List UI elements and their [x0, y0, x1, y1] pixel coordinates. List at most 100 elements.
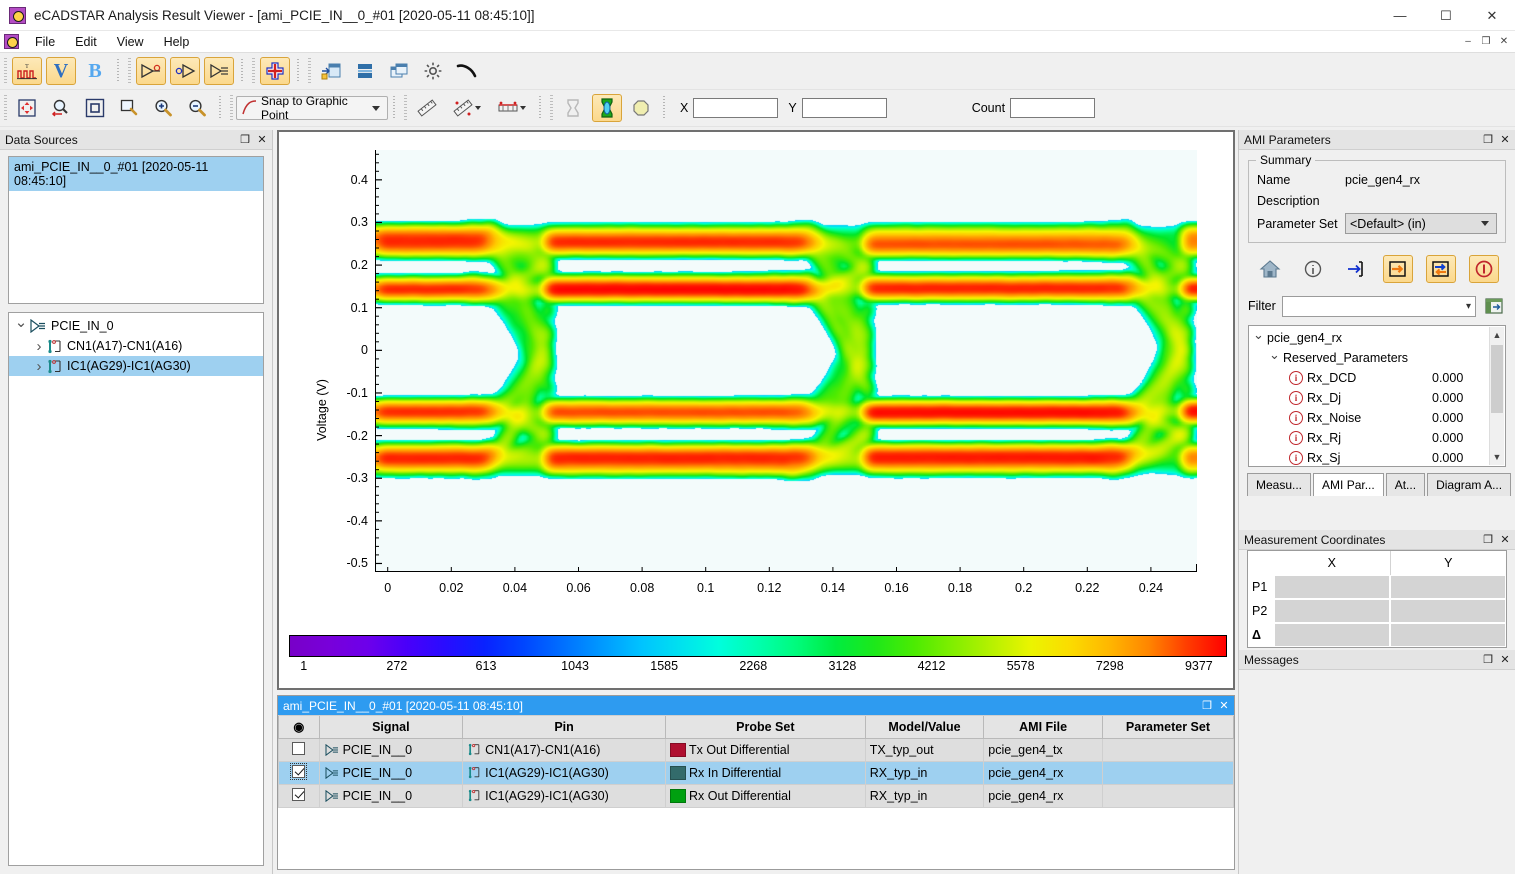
- exchange-button[interactable]: [1426, 255, 1457, 283]
- parameter-set-cell[interactable]: [1101, 737, 1235, 762]
- col-parameter-set[interactable]: Parameter Set: [1101, 716, 1235, 739]
- driver-out-button[interactable]: [136, 57, 166, 85]
- count-input[interactable]: [1010, 98, 1096, 118]
- cascade-button[interactable]: [384, 57, 414, 85]
- close-panel-icon[interactable]: ✕: [254, 132, 270, 148]
- filter-input[interactable]: ▾: [1281, 295, 1476, 317]
- close-panel-icon[interactable]: ✕: [1497, 532, 1513, 548]
- delta-x-cell[interactable]: [1274, 623, 1390, 647]
- table-row[interactable]: PCIE_IN__0 IC1(AG29)-IC1(AG30) Rx Out Diff…: [278, 783, 1235, 808]
- eye-diagram-chart[interactable]: Voltage (V) 0.4 0.3 0.2 0.1 0 -0.1 -0.2 -0.3 -0.…: [277, 130, 1235, 690]
- visibility-checkbox[interactable]: [292, 787, 306, 801]
- zoom-out-button[interactable]: [182, 94, 212, 122]
- toolbar-grip[interactable]: [4, 95, 7, 121]
- info-red-button[interactable]: [1468, 255, 1499, 283]
- toolbar-grip[interactable]: [404, 95, 407, 121]
- toolbar-grip[interactable]: [230, 95, 233, 121]
- p1-x-cell[interactable]: [1274, 575, 1390, 599]
- scroll-up-icon[interactable]: ▲: [1490, 327, 1504, 343]
- delta-y-cell[interactable]: [1390, 623, 1506, 647]
- menu-item-file[interactable]: File: [25, 33, 65, 51]
- zoom-in-button[interactable]: [148, 94, 178, 122]
- close-panel-icon[interactable]: ✕: [1216, 698, 1232, 714]
- scroll-down-icon[interactable]: ▼: [1490, 449, 1504, 465]
- close-button[interactable]: ✕: [1469, 0, 1515, 31]
- mdi-close-button[interactable]: ✕: [1495, 33, 1513, 50]
- parameter-set-cell[interactable]: [1101, 760, 1235, 785]
- import-button[interactable]: [1341, 255, 1371, 283]
- snap-mode-dropdown[interactable]: Snap to Graphic Point: [236, 94, 388, 122]
- parameter-tree-row[interactable]: i Rx_Sj 0.000: [1249, 448, 1505, 466]
- voltage-button[interactable]: V: [46, 57, 76, 85]
- table-row[interactable]: PCIE_IN__0 IC1(AG29)-IC1(AG30) Rx In Diffe…: [278, 760, 1235, 785]
- mdi-minimize-button[interactable]: –: [1459, 33, 1477, 50]
- row-checkbox-cell[interactable]: [278, 737, 320, 762]
- measurement-table[interactable]: X Y P1 P2 Δ: [1247, 550, 1507, 648]
- zoom-window-button[interactable]: [114, 94, 144, 122]
- data-sources-list[interactable]: ami_PCIE_IN__0_#01 [2020-05-11 08:45:10]: [8, 156, 264, 304]
- float-panel-icon[interactable]: ❒: [1480, 132, 1496, 148]
- panel-attach-button[interactable]: [316, 57, 346, 85]
- undo-button[interactable]: [452, 57, 482, 85]
- maximize-button[interactable]: ☐: [1423, 0, 1469, 31]
- settings-button[interactable]: [418, 57, 448, 85]
- parameter-tree-row[interactable]: i Rx_DCD 0.000: [1249, 368, 1505, 388]
- bus-button[interactable]: B: [80, 57, 110, 85]
- float-panel-icon[interactable]: ❒: [1480, 652, 1496, 668]
- tree-item-pcie-in-0[interactable]: PCIE_IN_0: [9, 316, 263, 336]
- parameter-set-dropdown[interactable]: <Default> (in): [1345, 213, 1497, 234]
- menu-item-help[interactable]: Help: [154, 33, 200, 51]
- y-coord-input[interactable]: [801, 98, 887, 118]
- tab-ami-parameters[interactable]: AMI Par...: [1313, 473, 1384, 496]
- driver-in-button[interactable]: [170, 57, 200, 85]
- show-panel-button[interactable]: [1482, 295, 1506, 317]
- parameter-tree[interactable]: ⌄ pcie_gen4_rx ⌄ Reserved_Parameters i Rx_DCD…: [1248, 325, 1506, 467]
- tile-horizontal-button[interactable]: [350, 57, 380, 85]
- measure-options-button[interactable]: [446, 94, 486, 122]
- probe-table[interactable]: ◉ Signal Pin Probe Set Model/Value AMI F…: [278, 716, 1235, 808]
- menu-item-edit[interactable]: Edit: [65, 33, 107, 51]
- parameter-tree-row[interactable]: i Rx_Noise 0.000: [1249, 408, 1505, 428]
- zoom-previous-button[interactable]: [46, 94, 76, 122]
- chevron-right-icon[interactable]: [31, 358, 47, 375]
- col-signal[interactable]: Signal: [318, 716, 464, 739]
- parameter-tree-row[interactable]: ⌄ Reserved_Parameters: [1249, 347, 1505, 368]
- col-probe-set[interactable]: Probe Set: [664, 716, 866, 739]
- chevron-down-icon[interactable]: ⌄: [1253, 327, 1267, 343]
- parameter-tree-row[interactable]: ⌄ pcie_gen4_rx: [1249, 327, 1505, 348]
- toolbar-grip[interactable]: [308, 58, 311, 84]
- close-panel-icon[interactable]: ✕: [1497, 652, 1513, 668]
- close-panel-icon[interactable]: ✕: [1497, 132, 1513, 148]
- toolbar-grip[interactable]: [4, 58, 7, 84]
- col-visibility[interactable]: ◉: [278, 716, 320, 739]
- p2-y-cell[interactable]: [1390, 599, 1506, 623]
- col-pin[interactable]: Pin: [462, 716, 666, 739]
- row-checkbox-cell[interactable]: [278, 760, 320, 785]
- eye-diagram-view-button[interactable]: [592, 94, 622, 122]
- measure-span-button[interactable]: [490, 94, 532, 122]
- waveform-button[interactable]: T: [12, 57, 42, 85]
- waveform-view-button[interactable]: [558, 94, 588, 122]
- zoom-fit-button[interactable]: [80, 94, 110, 122]
- plot-area[interactable]: 0.4 0.3 0.2 0.1 0 -0.1 -0.2 -0.3 -0.4 -0.5 0 0.02 0…: [346, 150, 1197, 595]
- driver-multi-button[interactable]: [204, 57, 234, 85]
- info-button[interactable]: [1298, 255, 1328, 283]
- float-panel-icon[interactable]: ❒: [237, 132, 253, 148]
- col-model-value[interactable]: Model/Value: [864, 716, 985, 739]
- scroll-thumb[interactable]: [1491, 345, 1503, 413]
- visibility-checkbox[interactable]: [292, 741, 306, 755]
- chevron-down-icon[interactable]: ⌄: [1269, 347, 1283, 363]
- tab-attributes[interactable]: At...: [1385, 473, 1426, 496]
- menu-item-view[interactable]: View: [107, 33, 154, 51]
- table-row[interactable]: PCIE_IN__0 CN1(A17)-CN1(A16) Tx Out Differ…: [278, 737, 1235, 762]
- p2-x-cell[interactable]: [1274, 599, 1390, 623]
- toolbar-grip[interactable]: [550, 95, 553, 121]
- col-ami-file[interactable]: AMI File: [983, 716, 1103, 739]
- measure-distance-button[interactable]: [412, 94, 442, 122]
- signal-tree[interactable]: PCIE_IN_0 CN1(A17)-CN1(A16): [8, 312, 264, 866]
- parameter-tree-scrollbar[interactable]: ▲ ▼: [1489, 327, 1504, 465]
- float-panel-icon[interactable]: ❒: [1199, 698, 1215, 714]
- chevron-right-icon[interactable]: [31, 338, 47, 355]
- histogram-view-button[interactable]: [626, 94, 656, 122]
- tab-diagram-attributes[interactable]: Diagram A...: [1427, 473, 1512, 496]
